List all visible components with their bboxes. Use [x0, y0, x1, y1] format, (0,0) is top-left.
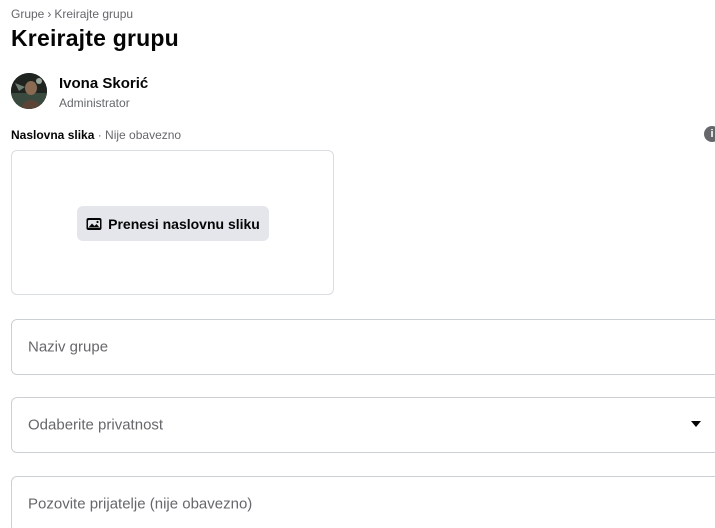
- info-icon[interactable]: i: [704, 126, 715, 142]
- cover-photo-label-text: Naslovna slika: [11, 128, 95, 142]
- cover-photo-label: Naslovna slika · Nije obavezno: [11, 128, 181, 142]
- upload-cover-photo-label: Prenesi naslovnu sliku: [108, 215, 260, 232]
- upload-cover-photo-button[interactable]: Prenesi naslovnu sliku: [77, 206, 269, 241]
- privacy-placeholder: Odaberite privatnost: [28, 416, 164, 434]
- group-name-placeholder: Naziv grupe: [28, 338, 109, 356]
- avatar[interactable]: [11, 73, 47, 109]
- breadcrumb: Grupe › Kreirajte grupu: [11, 7, 133, 21]
- page-title: Kreirajte grupu: [11, 25, 179, 51]
- user-name: Ivona Skorić: [59, 75, 149, 92]
- cover-photo-optional-text: · Nije obavezno: [94, 128, 182, 142]
- create-group-page: Grupe › Kreirajte grupu Kreirajte grupu Iv…: [0, 0, 715, 528]
- privacy-select[interactable]: Odaberite privatnost: [11, 397, 715, 453]
- dropdown-caret-icon: [691, 421, 701, 427]
- breadcrumb-current: Kreirajte grupu: [54, 7, 134, 21]
- invite-friends-input[interactable]: Pozovite prijatelje (nije obavezno): [11, 476, 715, 528]
- avatar-image: [11, 73, 47, 109]
- breadcrumb-link-groups[interactable]: Grupe: [11, 7, 44, 21]
- user-role: Administrator: [59, 96, 130, 110]
- group-name-input[interactable]: Naziv grupe: [11, 319, 715, 375]
- breadcrumb-separator: ›: [47, 7, 52, 21]
- photo-icon: [86, 217, 102, 230]
- invite-friends-placeholder: Pozovite prijatelje (nije obavezno): [28, 495, 253, 513]
